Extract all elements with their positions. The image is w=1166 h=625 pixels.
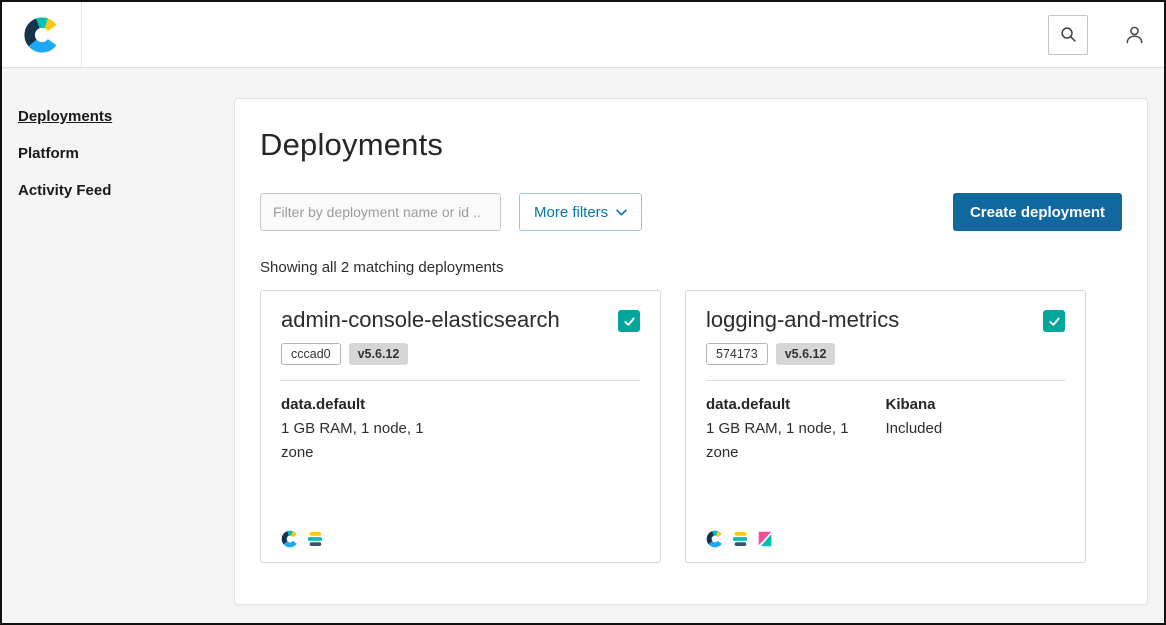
card-sections: data.default 1 GB RAM, 1 node, 1 zone Ki… [706,393,1065,465]
deployment-checkbox[interactable] [1043,310,1065,332]
elastic-cloud-logo [23,16,61,54]
create-deployment-button[interactable]: Create deployment [953,193,1122,231]
deployment-card[interactable]: admin-console-elasticsearch cccad0 v5.6.… [260,290,661,563]
filter-row: More filters Create deployment [260,193,1122,231]
check-icon [1047,314,1062,329]
user-menu-button[interactable] [1116,17,1152,53]
card-divider [281,380,640,381]
topbar [2,2,1164,68]
elasticsearch-icon [731,530,749,548]
instance-section: data.default 1 GB RAM, 1 node, 1 zone [706,393,886,465]
badge-row: 574173 v5.6.12 [706,343,1065,365]
sidebar-item-deployments[interactable]: Deployments [18,108,112,125]
deployment-title[interactable]: logging-and-metrics [706,307,899,333]
product-icons [281,530,640,548]
results-summary: Showing all 2 matching deployments [260,259,1122,276]
chevron-down-icon [616,209,627,216]
deployment-filter-input[interactable] [260,193,501,231]
elasticsearch-icon [306,530,324,548]
card-header: admin-console-elasticsearch [281,307,640,333]
version-badge: v5.6.12 [776,343,836,365]
card-header: logging-and-metrics [706,307,1065,333]
deployment-id-badge: cccad0 [281,343,341,365]
instance-name: data.default [706,393,886,417]
user-icon [1124,24,1145,45]
deployment-checkbox[interactable] [618,310,640,332]
card-sections: data.default 1 GB RAM, 1 node, 1 zone [281,393,640,465]
instance-spec-line: 1 GB RAM, 1 node, 1 [281,417,461,441]
product-icons [706,530,1065,548]
content-area: Deployments Platform Activity Feed Deplo… [2,68,1164,623]
deployment-card[interactable]: logging-and-metrics 574173 v5.6.12 [685,290,1086,563]
instance-section: data.default 1 GB RAM, 1 node, 1 zone [281,393,461,465]
kibana-status-line: Included [886,417,1066,441]
deployment-id-badge: 574173 [706,343,768,365]
page-title: Deployments [260,127,1122,163]
elastic-cloud-icon [281,530,299,548]
check-icon [622,314,637,329]
instance-name: data.default [281,393,461,417]
search-icon [1059,25,1078,44]
card-divider [706,380,1065,381]
elastic-cloud-icon [706,530,724,548]
home-logo-link[interactable] [2,2,82,67]
deployments-panel: Deployments More filters Create deployme… [234,98,1148,605]
deployment-title[interactable]: admin-console-elasticsearch [281,307,560,333]
kibana-section: Kibana Included [886,393,1066,465]
sidebar: Deployments Platform Activity Feed [2,68,234,623]
kibana-name: Kibana [886,393,1066,417]
sidebar-item-activity-feed[interactable]: Activity Feed [18,182,111,199]
more-filters-label: More filters [534,204,608,221]
badge-row: cccad0 v5.6.12 [281,343,640,365]
kibana-icon [756,530,774,548]
more-filters-button[interactable]: More filters [519,193,642,231]
instance-spec-line: zone [281,441,461,465]
page: Deployments Platform Activity Feed Deplo… [2,2,1164,623]
sidebar-item-platform[interactable]: Platform [18,145,79,162]
instance-spec-line: zone [706,441,886,465]
instance-spec-line: 1 GB RAM, 1 node, 1 [706,417,886,441]
version-badge: v5.6.12 [349,343,409,365]
search-button[interactable] [1048,15,1088,55]
deployment-cards: admin-console-elasticsearch cccad0 v5.6.… [260,290,1122,563]
